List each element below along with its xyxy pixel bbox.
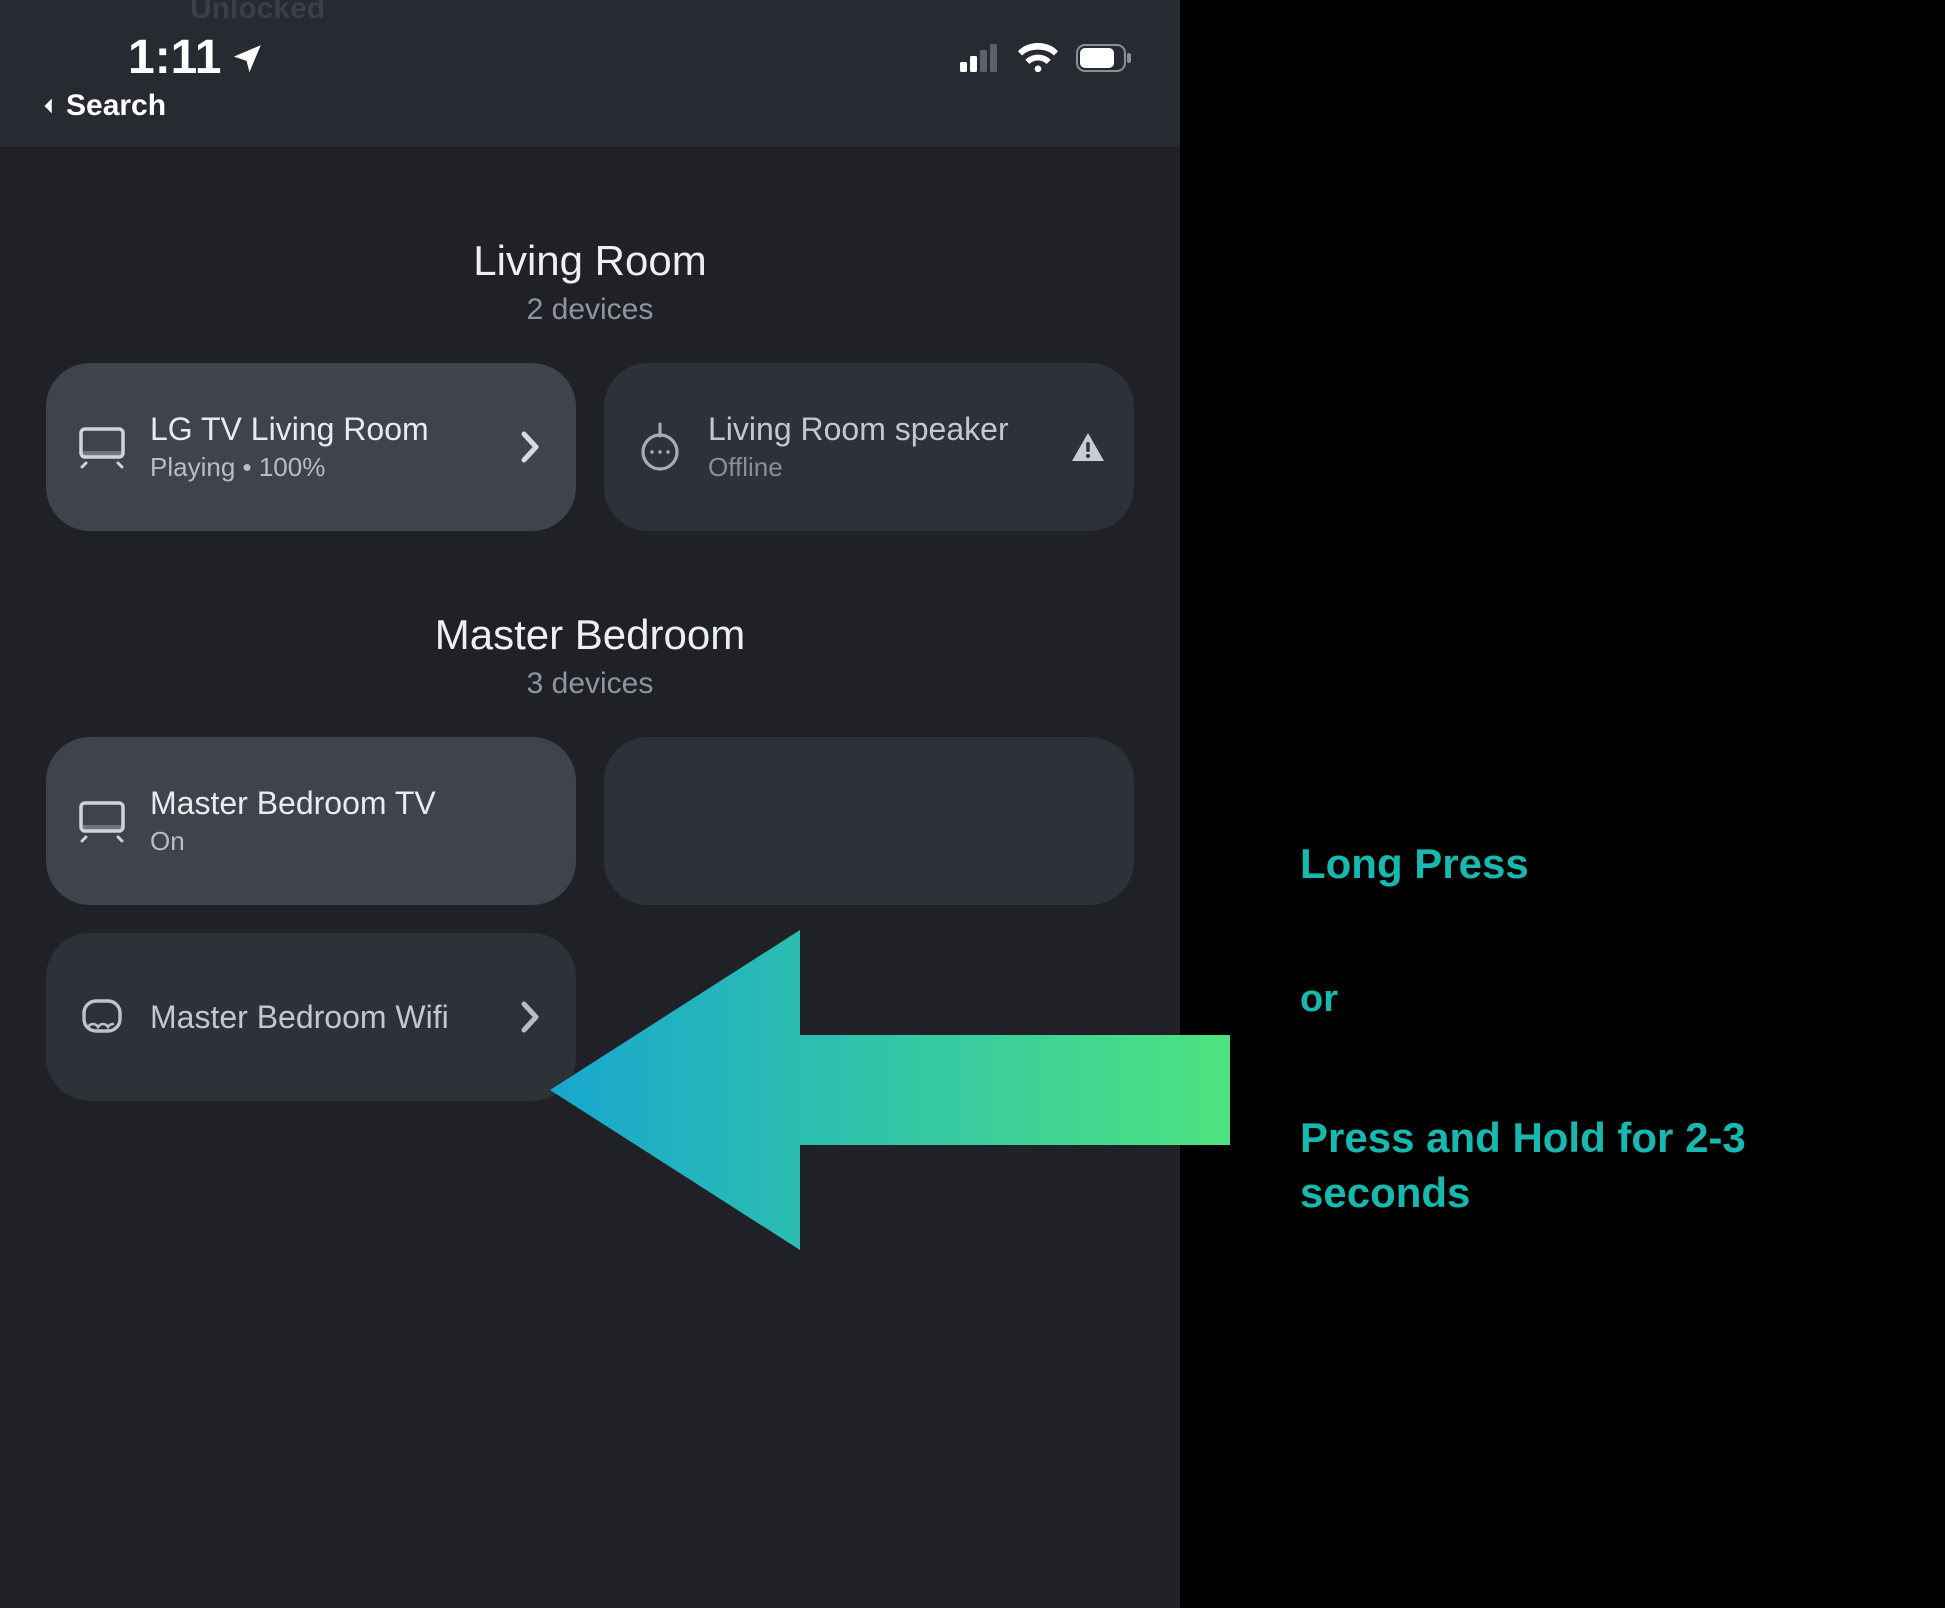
time-wrap: 1:11	[128, 30, 265, 85]
device-status: Playing • 100%	[150, 452, 488, 483]
unlocked-ghost-text: Unlocked	[190, 0, 325, 26]
device-title: Master Bedroom Wifi	[150, 999, 488, 1036]
room-title: Living Room	[46, 237, 1134, 285]
wifi-icon	[1018, 43, 1058, 73]
annotation-line-1: Long Press	[1300, 840, 1880, 888]
device-title: LG TV Living Room	[150, 411, 488, 448]
back-to-search[interactable]: Search	[0, 85, 1180, 129]
room-title: Master Bedroom	[46, 611, 1134, 659]
device-card-speaker[interactable]: Living Room speaker Offline	[604, 363, 1134, 531]
room-subtitle: 3 devices	[46, 667, 1134, 701]
canvas: Unlocked 1:11	[0, 0, 1945, 1608]
device-card-master-tv[interactable]: Master Bedroom TV On	[46, 737, 576, 905]
status-row: 1:11	[0, 0, 1180, 85]
speaker-icon	[634, 422, 686, 472]
phone-panel: Unlocked 1:11	[0, 0, 1180, 1608]
device-status: On	[150, 826, 550, 857]
living-room-cards: LG TV Living Room Playing • 100%	[46, 363, 1134, 531]
back-chevron-icon	[38, 95, 60, 117]
device-title: Master Bedroom TV	[150, 785, 550, 822]
router-icon	[76, 995, 128, 1039]
device-card-master-wifi[interactable]: Master Bedroom Wifi	[46, 933, 576, 1101]
master-bedroom-cards: Master Bedroom TV On	[46, 737, 1134, 1101]
location-arrow-icon	[231, 41, 265, 75]
clock-time: 1:11	[128, 30, 221, 85]
annotation-line-3: Press and Hold for 2-3 seconds	[1300, 1111, 1880, 1220]
status-bar: Unlocked 1:11	[0, 0, 1180, 147]
room-header-living: Living Room 2 devices	[46, 237, 1134, 327]
chevron-right-icon	[510, 430, 550, 464]
battery-icon	[1076, 44, 1132, 72]
device-card-lg-tv[interactable]: LG TV Living Room Playing • 100%	[46, 363, 576, 531]
back-label: Search	[66, 89, 166, 123]
cellular-signal-icon	[960, 44, 1000, 72]
room-header-master: Master Bedroom 3 devices	[46, 611, 1134, 701]
status-icons	[960, 43, 1132, 73]
tv-icon	[76, 425, 128, 469]
annotation-line-2: or	[1300, 978, 1880, 1021]
warning-icon	[1068, 432, 1108, 462]
chevron-right-icon	[510, 1000, 550, 1034]
device-card-obscured[interactable]	[604, 737, 1134, 905]
room-subtitle: 2 devices	[46, 293, 1134, 327]
device-status: Offline	[708, 452, 1046, 483]
annotation-text-block: Long Press or Press and Hold for 2-3 sec…	[1300, 840, 1880, 1220]
content-area: Living Room 2 devices LG TV Living Room	[0, 147, 1180, 1101]
device-title: Living Room speaker	[708, 411, 1046, 448]
tv-icon	[76, 799, 128, 843]
